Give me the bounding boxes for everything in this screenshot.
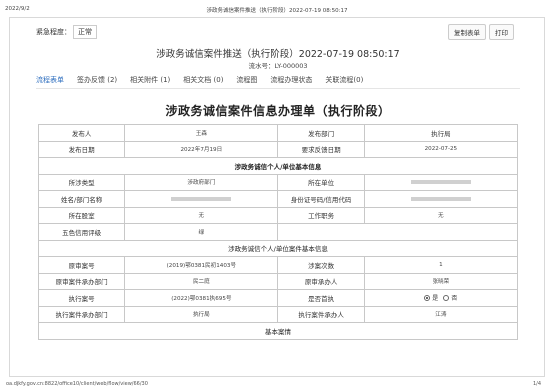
publish-dept-value: 执行局 bbox=[363, 124, 519, 142]
table-row: 所在股室 无 工作职务 无 bbox=[37, 206, 519, 224]
tabs-divider bbox=[36, 88, 520, 89]
publish-dept-label: 发布部门 bbox=[277, 124, 365, 142]
table-row: 原审案件承办部门 民二庭 原审承办人 张晓荣 bbox=[37, 272, 519, 290]
exec-dept-value: 执行局 bbox=[124, 305, 279, 323]
publisher-label: 发布人 bbox=[37, 124, 126, 142]
table-row: 所涉类型 涉政府部门 所在单位 bbox=[37, 173, 519, 191]
empty-cell bbox=[277, 223, 518, 241]
id-code-value-redacted bbox=[363, 190, 519, 208]
credit-rating-label: 五色信用评级 bbox=[37, 223, 126, 241]
tab-feedback[interactable]: 签办反馈 (2) bbox=[77, 75, 117, 89]
table-row: 基本案情 bbox=[38, 322, 518, 340]
type-label: 所涉类型 bbox=[37, 173, 126, 191]
radio-no-label: 否 bbox=[451, 295, 458, 302]
first-exec-label: 是否首执 bbox=[277, 289, 365, 307]
exec-case-no-label: 执行案号 bbox=[37, 289, 126, 307]
redacted-block bbox=[410, 180, 471, 185]
exec-dept-label: 执行案件承办部门 bbox=[37, 305, 126, 323]
table-row: 执行案号 (2022)鄂0381执695号 是否首执 是 否 bbox=[37, 289, 519, 307]
radio-yes[interactable]: 是 bbox=[424, 293, 438, 302]
radio-selected-icon bbox=[424, 294, 431, 301]
table-row: 发布日期 2022年7月19日 要求反馈日期 2022-07-25 bbox=[37, 140, 519, 158]
publish-date-value: 2022年7月19日 bbox=[124, 140, 279, 158]
first-exec-radio-group: 是 否 bbox=[363, 289, 519, 307]
original-dept-label: 原审案件承办部门 bbox=[37, 272, 126, 290]
case-count-label: 涉案次数 bbox=[277, 256, 365, 274]
flow-number: 流水号：LY-000003 bbox=[248, 62, 308, 70]
table-row: 五色信用评级 绿 bbox=[37, 223, 518, 241]
unit-value-redacted bbox=[363, 173, 519, 191]
publish-date-label: 发布日期 bbox=[37, 140, 126, 158]
tab-flow-form[interactable]: 流程表单 bbox=[36, 75, 64, 89]
exec-handler-label: 执行案件承办人 bbox=[277, 305, 365, 323]
urgency-label: 紧急程度： bbox=[36, 28, 71, 36]
radio-yes-label: 是 bbox=[432, 295, 439, 302]
urgency-value: 正常 bbox=[73, 25, 97, 39]
type-value: 涉政府部门 bbox=[124, 173, 279, 191]
feedback-date-label: 要求反馈日期 bbox=[277, 140, 365, 158]
tab-documents[interactable]: 相关文档 (0) bbox=[183, 75, 223, 89]
table-row: 执行案件承办部门 执行局 执行案件承办人 江涛 bbox=[37, 305, 519, 323]
unit-label: 所在单位 bbox=[277, 173, 365, 191]
name-value-redacted bbox=[124, 190, 279, 208]
original-case-no-value: (2019)鄂0381民初1403号 bbox=[124, 256, 279, 274]
table-row: 原审案号 (2019)鄂0381民初1403号 涉案次数 1 bbox=[37, 256, 519, 274]
radio-unselected-icon bbox=[443, 294, 450, 301]
toolbar: 复制表单 打印 bbox=[448, 24, 514, 40]
tab-bar: 流程表单 签办反馈 (2) 相关附件 (1) 相关文档 (0) 流程图 流程办理… bbox=[36, 75, 520, 89]
print-button[interactable]: 打印 bbox=[489, 24, 514, 40]
print-title: 涉政务诚信案件推送（执行阶段）2022-07-19 08:50:17 bbox=[206, 8, 348, 14]
form-table: 发布人 王森 发布部门 执行局 发布日期 2022年7月19日 要求反馈日期 2… bbox=[37, 124, 519, 340]
page-number: 1/4 bbox=[532, 381, 541, 387]
exec-handler-value: 江涛 bbox=[363, 305, 519, 323]
original-dept-value: 民二庭 bbox=[124, 272, 279, 290]
case-count-value: 1 bbox=[363, 256, 519, 274]
tab-attachments[interactable]: 相关附件 (1) bbox=[130, 75, 170, 89]
office-label: 所在股室 bbox=[37, 206, 126, 224]
radio-no[interactable]: 否 bbox=[443, 293, 457, 302]
table-row: 涉政务诚信个人/单位案件基本信息 bbox=[38, 239, 518, 257]
footer-url: oa.djkfy.gov.cn:8822/office10/client/web… bbox=[6, 381, 148, 387]
credit-rating-value: 绿 bbox=[124, 223, 279, 241]
table-row: 涉政务诚信个人/单位基本信息 bbox=[38, 157, 518, 175]
tab-flowchart[interactable]: 流程图 bbox=[236, 75, 257, 89]
original-handler-label: 原审承办人 bbox=[277, 272, 365, 290]
id-code-label: 身份证号码/信用代码 bbox=[277, 190, 365, 208]
redacted-block bbox=[410, 196, 471, 201]
urgency: 紧急程度： 正常 bbox=[36, 25, 97, 39]
exec-case-no-value: (2022)鄂0381执695号 bbox=[124, 289, 279, 307]
section-header: 涉政务诚信个人/单位基本信息 bbox=[38, 157, 518, 175]
original-case-no-label: 原审案号 bbox=[37, 256, 126, 274]
tab-related-flows[interactable]: 关联流程(0) bbox=[325, 75, 363, 89]
position-value: 无 bbox=[363, 206, 519, 224]
tab-flow-status[interactable]: 流程办理状态 bbox=[270, 75, 312, 89]
section-header: 涉政务诚信个人/单位案件基本信息 bbox=[38, 239, 518, 257]
publisher-value: 王森 bbox=[124, 124, 279, 142]
print-header: 2022/9/2 涉政务诚信案件推送（执行阶段）2022-07-19 08:50… bbox=[0, 0, 554, 14]
original-handler-value: 张晓荣 bbox=[363, 272, 519, 290]
redacted-block bbox=[171, 196, 232, 201]
copy-form-button[interactable]: 复制表单 bbox=[448, 24, 486, 40]
office-value: 无 bbox=[124, 206, 279, 224]
table-row: 姓名/部门名称 身份证号码/信用代码 bbox=[37, 190, 519, 208]
case-title: 涉政务诚信案件推送（执行阶段）2022-07-19 08:50:17 bbox=[156, 49, 400, 60]
form-title: 涉政务诚信案件信息办理单（执行阶段） bbox=[165, 104, 391, 118]
section-header: 基本案情 bbox=[38, 322, 518, 340]
feedback-date-value: 2022-07-25 bbox=[363, 140, 519, 158]
form-window: 紧急程度： 正常 复制表单 打印 涉政务诚信案件推送（执行阶段）2022-07-… bbox=[9, 17, 545, 377]
table-row: 发布人 王森 发布部门 执行局 bbox=[37, 124, 519, 142]
position-label: 工作职务 bbox=[277, 206, 365, 224]
name-label: 姓名/部门名称 bbox=[37, 190, 126, 208]
